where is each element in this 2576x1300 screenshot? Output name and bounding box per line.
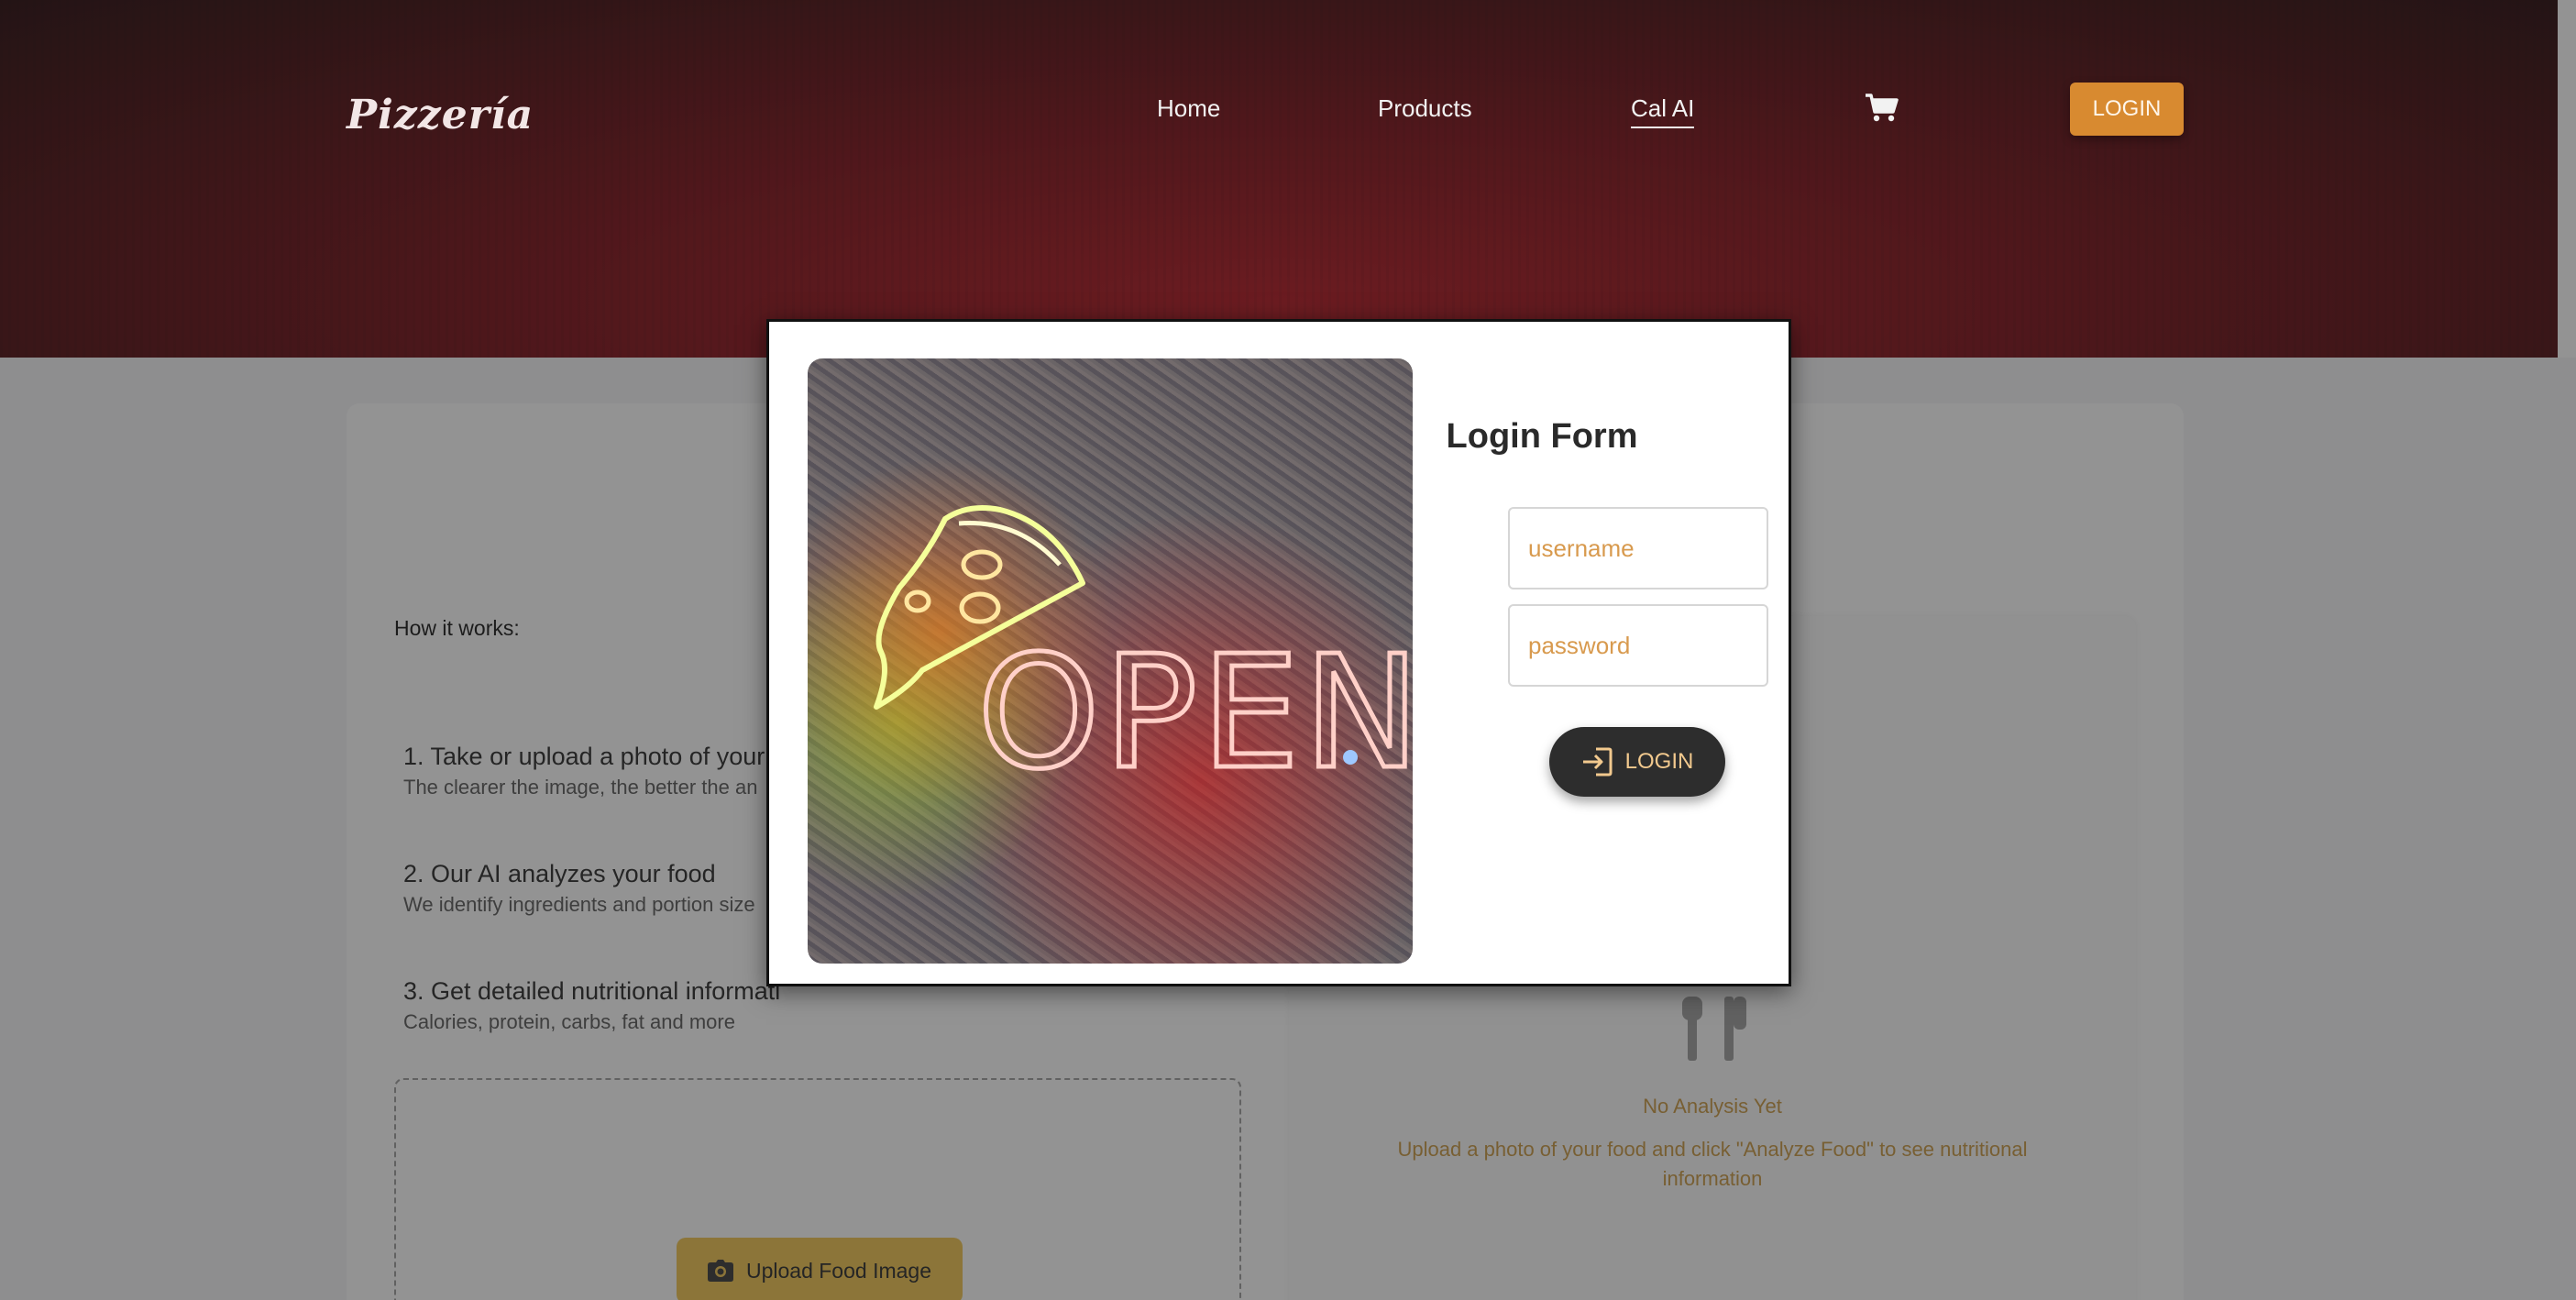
neon-pizza-open-image: OPEN <box>808 358 1413 964</box>
site-logo[interactable]: Pizzería <box>347 92 534 138</box>
nav-products[interactable]: Products <box>1378 94 1472 123</box>
header-login-button[interactable]: LOGIN <box>2070 83 2184 136</box>
cart-icon[interactable] <box>1865 93 1899 124</box>
nav-cal-ai[interactable]: Cal AI <box>1631 94 1695 128</box>
password-input[interactable] <box>1508 604 1768 687</box>
svg-text:OPEN: OPEN <box>977 622 1413 804</box>
username-input[interactable] <box>1508 507 1768 589</box>
login-submit-label: LOGIN <box>1624 749 1694 774</box>
login-modal: OPEN Login Form LOGIN <box>766 319 1791 986</box>
login-form-title: Login Form <box>1446 417 1638 456</box>
nav-home[interactable]: Home <box>1157 94 1220 123</box>
login-submit-button[interactable]: LOGIN <box>1549 727 1725 797</box>
login-enter-icon <box>1582 747 1613 777</box>
